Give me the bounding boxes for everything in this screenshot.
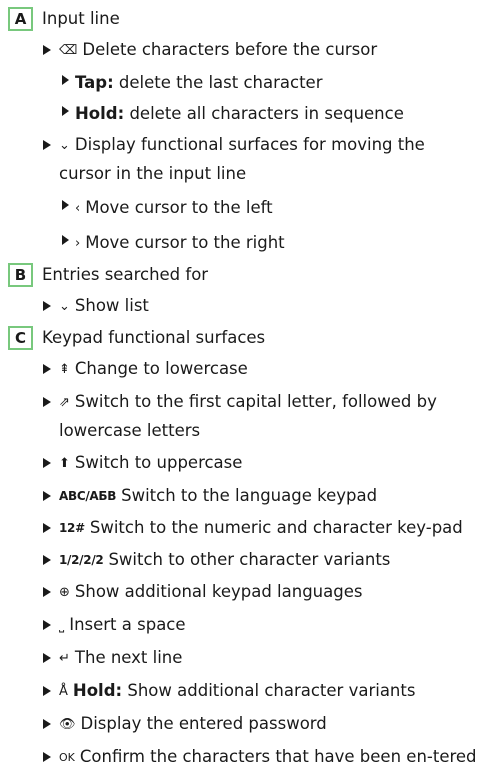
- tap-text: delete the last character: [113, 73, 323, 92]
- section-c-heading: C Keypad functional surfaces: [8, 323, 478, 353]
- uppercase-text: Switch to uppercase: [74, 453, 243, 472]
- first-capital-text: Switch to the first capital letter, foll…: [59, 392, 437, 440]
- list-item-display: ⌄ Display functional surfaces for moving …: [8, 131, 478, 188]
- hold-text: delete all characters in sequence: [124, 104, 404, 123]
- abc-keypad-icon: ABC/АБВ: [59, 489, 117, 503]
- bullet-triangle-icon: [62, 75, 69, 85]
- bullet-triangle-icon: [43, 555, 51, 565]
- section-c-title: Keypad functional surfaces: [42, 328, 266, 347]
- bullet-triangle-icon: [62, 106, 69, 116]
- section-b-badge: B: [8, 263, 33, 287]
- chevron-left-icon: ‹: [75, 201, 81, 216]
- space-bar-icon: ⎵: [59, 618, 65, 633]
- lowercase-text: Change to lowercase: [74, 359, 248, 378]
- bullet-triangle-icon: [43, 587, 51, 597]
- bullet-triangle-icon: [43, 752, 51, 762]
- section-a-title: Input line: [42, 9, 120, 28]
- bullet-triangle-icon: [62, 200, 69, 210]
- uppercase-arrow-icon: ⬆: [59, 456, 70, 471]
- list-item-delete: ⌫ Delete characters before the cursor: [8, 36, 478, 65]
- show-list-text: Show list: [74, 296, 149, 315]
- bullet-triangle-icon: [62, 235, 69, 245]
- tap-label: Tap:: [75, 73, 114, 92]
- chevron-down-icon: ⌄: [59, 299, 70, 314]
- list-item-right: › Move cursor to the right: [8, 229, 478, 258]
- section-b-title: Entries searched for: [42, 265, 209, 284]
- list-item-numeric-keypad: 12# Switch to the numeric and character k…: [8, 514, 478, 542]
- section-a-badge: A: [8, 7, 33, 31]
- bullet-triangle-icon: [43, 620, 51, 630]
- display-text: Display functional surfaces for moving t…: [59, 135, 425, 183]
- list-item-hold: Hold: delete all characters in sequence: [8, 100, 478, 128]
- language-keypad-text: Switch to the language keypad: [121, 486, 378, 505]
- confirm-text: Confirm the characters that have been en…: [79, 747, 477, 766]
- bullet-triangle-icon: [43, 45, 51, 55]
- section-b-heading: B Entries searched for: [8, 260, 478, 290]
- numeric-keypad-text: Switch to the numeric and character key-…: [89, 518, 463, 537]
- numeric-keypad-icon: 12#: [59, 521, 85, 535]
- ok-icon: OK: [59, 751, 75, 764]
- bullet-triangle-icon: [43, 397, 51, 407]
- accented-letter-icon: Å: [59, 684, 68, 699]
- list-item-language-keypad: ABC/АБВ Switch to the language keypad: [8, 482, 478, 510]
- hold-label: Hold:: [72, 681, 123, 700]
- list-item-uppercase: ⬆ Switch to uppercase: [8, 449, 478, 478]
- list-item-tap: Tap: delete the last character: [8, 69, 478, 97]
- right-text: Move cursor to the right: [85, 233, 285, 252]
- return-icon: ↵: [59, 651, 70, 666]
- hold-variants-text: Show additional character variants: [122, 681, 416, 700]
- list-item-lowercase: ⇞ Change to lowercase: [8, 355, 478, 384]
- bullet-triangle-icon: [43, 491, 51, 501]
- next-line-text: The next line: [74, 648, 183, 667]
- list-item-character-variants: 1/2/2/2 Switch to other character variant…: [8, 546, 478, 574]
- bullet-triangle-icon: [43, 458, 51, 468]
- eye-icon: 👁: [59, 717, 76, 732]
- globe-icon: ⊕: [59, 585, 70, 600]
- backspace-icon: ⌫: [59, 43, 78, 58]
- bullet-triangle-icon: [43, 301, 51, 311]
- list-item-keypad-languages: ⊕ Show additional keypad languages: [8, 578, 478, 607]
- first-capital-arrow-icon: ⇗: [59, 395, 70, 410]
- manual-page: A Input line ⌫ Delete characters before t…: [0, 0, 478, 772]
- show-password-text: Display the entered password: [80, 714, 327, 733]
- chevron-down-icon: ⌄: [59, 138, 70, 153]
- delete-text: Delete characters before the cursor: [82, 40, 378, 59]
- bullet-triangle-icon: [43, 686, 51, 696]
- left-text: Move cursor to the left: [85, 198, 273, 217]
- page-variant-icon: 1/2/2/2: [59, 553, 104, 567]
- list-item-show-password: 👁 Display the entered password: [8, 710, 478, 739]
- list-item-next-line: ↵ The next line: [8, 644, 478, 673]
- list-item-space: ⎵ Insert a space: [8, 611, 478, 640]
- list-item-left: ‹ Move cursor to the left: [8, 194, 478, 223]
- bullet-triangle-icon: [43, 140, 51, 150]
- chevron-right-icon: ›: [75, 236, 81, 251]
- keypad-languages-text: Show additional keypad languages: [74, 582, 363, 601]
- bullet-triangle-icon: [43, 719, 51, 729]
- bullet-triangle-icon: [43, 653, 51, 663]
- list-item-confirm: OK Confirm the characters that have been …: [8, 743, 478, 772]
- list-item-hold-variants: Å Hold: Show additional character variant…: [8, 677, 478, 706]
- character-variants-text: Switch to other character variants: [108, 550, 391, 569]
- hold-label: Hold:: [75, 104, 125, 123]
- section-a-heading: A Input line: [8, 4, 478, 34]
- space-text: Insert a space: [69, 615, 186, 634]
- bullet-triangle-icon: [43, 523, 51, 533]
- list-item-first-capital: ⇗ Switch to the first capital letter, fol…: [8, 388, 478, 445]
- list-item-show-list: ⌄ Show list: [8, 292, 478, 321]
- lowercase-arrow-icon: ⇞: [59, 362, 70, 377]
- section-c-badge: C: [8, 326, 33, 350]
- bullet-triangle-icon: [43, 364, 51, 374]
